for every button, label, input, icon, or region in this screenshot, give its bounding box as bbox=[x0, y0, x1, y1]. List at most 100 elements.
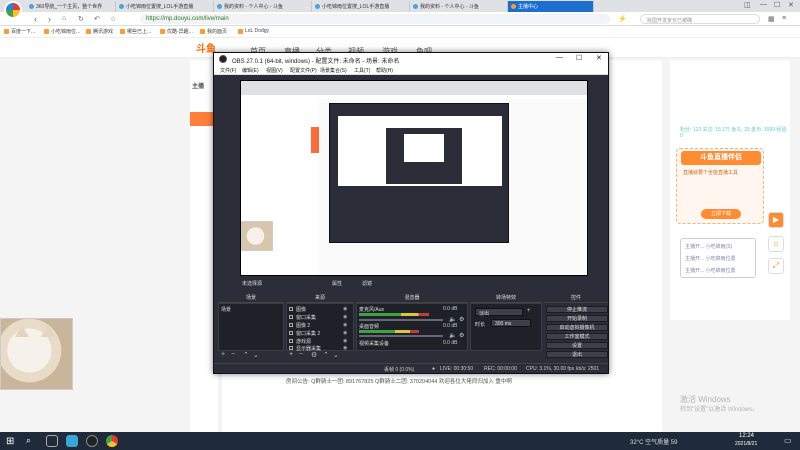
search-icon[interactable]: ⌕ bbox=[26, 435, 38, 447]
menu-tools[interactable]: 工具(T) bbox=[354, 67, 370, 74]
properties-button[interactable]: 属性 bbox=[332, 280, 342, 287]
bookmark-item[interactable]: LoL Dodgy bbox=[238, 28, 269, 34]
maximize-icon[interactable]: ☐ bbox=[774, 1, 780, 9]
add-source-icon[interactable]: + bbox=[289, 351, 293, 358]
minimize-icon[interactable]: — bbox=[760, 1, 767, 8]
duration-input[interactable]: 300 ms bbox=[491, 319, 531, 327]
preview-sidebar-accent bbox=[311, 127, 319, 153]
gear-icon[interactable]: ⚙ bbox=[459, 316, 464, 323]
speaker-icon[interactable]: 🔈 bbox=[449, 332, 456, 339]
clock-time[interactable]: 12:24 bbox=[739, 433, 754, 439]
bookmark-item[interactable]: 优酷-异趣... bbox=[160, 28, 193, 35]
promo-title: 斗鱼直播伴侣 bbox=[681, 151, 761, 165]
notification-icon[interactable]: ▭ bbox=[784, 436, 792, 445]
task-view-icon[interactable] bbox=[46, 435, 58, 447]
browser-tab[interactable]: 小吃锦雨位置搜_LOL手游直播 bbox=[312, 1, 410, 12]
visibility-eye-icon[interactable]: ◉ bbox=[343, 306, 347, 312]
menu-scene-collection[interactable]: 场景集合(S) bbox=[320, 67, 347, 74]
forward-icon[interactable]: › bbox=[48, 14, 51, 24]
bookmark-item[interactable]: 百度一下... bbox=[4, 28, 35, 35]
transition-select[interactable]: 淡出 bbox=[475, 308, 523, 317]
obs-minimize-icon[interactable]: — bbox=[556, 54, 563, 61]
source-settings-icon[interactable]: ⚙ bbox=[311, 351, 317, 359]
visibility-eye-icon[interactable]: ◉ bbox=[343, 338, 347, 344]
search-input[interactable]: 跨国开发家长已被确 bbox=[640, 14, 760, 24]
undo-icon[interactable]: ↶ bbox=[94, 15, 100, 23]
browser-tab[interactable]: 我的资料 - 个人中心 - 斗鱼 bbox=[410, 1, 508, 12]
move-down-icon[interactable]: ⌄ bbox=[333, 351, 339, 359]
bookmark-item[interactable]: 我的面页 bbox=[200, 28, 227, 35]
obs-statusbar: 丢帧 0 (0.0%) ● LIVE: 00:30:50 REC: 00:00:… bbox=[214, 363, 608, 373]
browser-tab[interactable]: 我的资料 - 个人中心 - 斗鱼 bbox=[214, 1, 312, 12]
filters-button[interactable]: 滤镜 bbox=[362, 280, 372, 287]
add-transition-icon[interactable]: + bbox=[527, 308, 531, 314]
scene-item[interactable]: 场景 bbox=[221, 306, 231, 313]
preview-nested-canvas-2 bbox=[404, 134, 444, 162]
start-recording-button[interactable]: 开始录制 bbox=[546, 315, 608, 322]
virtual-camera-button[interactable]: 启动虚拟摄像机 bbox=[546, 324, 608, 331]
remove-scene-icon[interactable]: − bbox=[231, 351, 235, 358]
reload-icon[interactable]: ↻ bbox=[78, 15, 84, 23]
app-icon[interactable] bbox=[66, 435, 78, 447]
transitions-panel: 淡出 + 时长 300 ms bbox=[470, 303, 542, 351]
close-icon[interactable]: ✕ bbox=[788, 1, 794, 9]
tab-label: 小吃锦雨位置搜_LOL手游直播 bbox=[322, 4, 390, 10]
bookmark-item[interactable]: 腾讯游戏 bbox=[86, 28, 113, 35]
source-item[interactable]: 窗口采集 2 ◉ bbox=[289, 330, 351, 337]
stop-streaming-button[interactable]: 停止推流 bbox=[546, 306, 608, 313]
menu-profile[interactable]: 配置文件(P) bbox=[290, 67, 317, 74]
announcement-label: 房间公告: bbox=[286, 379, 310, 385]
exit-button[interactable]: 退出 bbox=[546, 351, 608, 358]
remove-source-icon[interactable]: − bbox=[299, 351, 303, 358]
browser-tab-active[interactable]: 主播中心 bbox=[508, 1, 594, 12]
gear-icon[interactable]: ⚙ bbox=[459, 332, 464, 339]
menu-edit[interactable]: 编辑(E) bbox=[242, 67, 259, 74]
visibility-eye-icon[interactable]: ◉ bbox=[343, 322, 347, 328]
obs-maximize-icon[interactable]: ☐ bbox=[576, 54, 582, 62]
browser-logo[interactable] bbox=[4, 1, 22, 19]
source-item[interactable]: 窗口采集 ◉ bbox=[289, 314, 351, 321]
menu-icon[interactable]: ≡ bbox=[782, 15, 786, 22]
play-icon[interactable]: ▶ bbox=[768, 212, 784, 228]
menu-file[interactable]: 文件(F) bbox=[220, 67, 236, 74]
windows-start-icon[interactable]: ⊞ bbox=[6, 436, 14, 447]
home-float-icon[interactable]: ⌂ bbox=[768, 236, 784, 252]
move-up-icon[interactable]: ⌃ bbox=[323, 351, 329, 359]
bookmark-star-icon[interactable]: ☆ bbox=[110, 15, 116, 23]
obs-close-icon[interactable]: ✕ bbox=[596, 54, 602, 62]
mixer-volume-slider[interactable] bbox=[359, 319, 443, 321]
obs-app-icon[interactable] bbox=[86, 435, 98, 447]
url-input[interactable]: https://mp.douyu.com/live/main bbox=[140, 14, 610, 24]
weather-widget[interactable]: 32°C 空气质量 59 bbox=[630, 437, 677, 446]
menu-view[interactable]: 视图(V) bbox=[266, 67, 283, 74]
settings-button[interactable]: 设置 bbox=[546, 342, 608, 349]
move-up-icon[interactable]: ⌃ bbox=[243, 351, 249, 359]
download-button[interactable]: 立即下载 bbox=[701, 209, 741, 219]
add-scene-icon[interactable]: + bbox=[221, 351, 225, 358]
studio-mode-button[interactable]: 工作室模式 bbox=[546, 333, 608, 340]
source-item[interactable]: 图像 ◉ bbox=[289, 306, 351, 313]
speaker-icon[interactable]: 🔈 bbox=[449, 316, 456, 323]
promo-banner[interactable]: 斗鱼直播伴侣 直播就要个全能直播工具 立即下载 bbox=[676, 148, 764, 224]
window-skin-icon[interactable]: ◫ bbox=[744, 1, 751, 9]
mixer-volume-slider[interactable] bbox=[359, 335, 443, 337]
visibility-eye-icon[interactable]: ◉ bbox=[343, 314, 347, 320]
bookmark-item[interactable]: 小吃锦雨位... bbox=[44, 28, 80, 35]
menu-help[interactable]: 帮助(H) bbox=[376, 67, 393, 74]
obs-preview-canvas[interactable] bbox=[240, 80, 588, 276]
browser-app-icon[interactable] bbox=[106, 435, 118, 447]
bookmark-item[interactable]: 哪些已上... bbox=[120, 28, 151, 35]
move-down-icon[interactable]: ⌄ bbox=[253, 351, 259, 359]
browser-tab[interactable]: 360导航_一个主页，整个世界 bbox=[26, 1, 116, 12]
source-item[interactable]: 图像 2 ◉ bbox=[289, 322, 351, 329]
clock-date[interactable]: 2021/8/21 bbox=[735, 441, 757, 447]
back-icon[interactable]: ‹ bbox=[34, 14, 37, 24]
home-icon[interactable]: ⌂ bbox=[62, 15, 66, 22]
expand-icon[interactable]: ⤢ bbox=[768, 258, 784, 274]
no-source-label: 未选择源 bbox=[242, 281, 263, 287]
browser-tab[interactable]: 小吃锦雨位置搜_LOL手游直播 bbox=[116, 1, 214, 12]
extensions-icon[interactable]: ▦ bbox=[768, 15, 775, 23]
lightning-icon[interactable]: ⚡ bbox=[618, 15, 627, 23]
source-item[interactable]: 游戏源 ◉ bbox=[289, 338, 351, 345]
visibility-eye-icon[interactable]: ◉ bbox=[343, 330, 347, 336]
